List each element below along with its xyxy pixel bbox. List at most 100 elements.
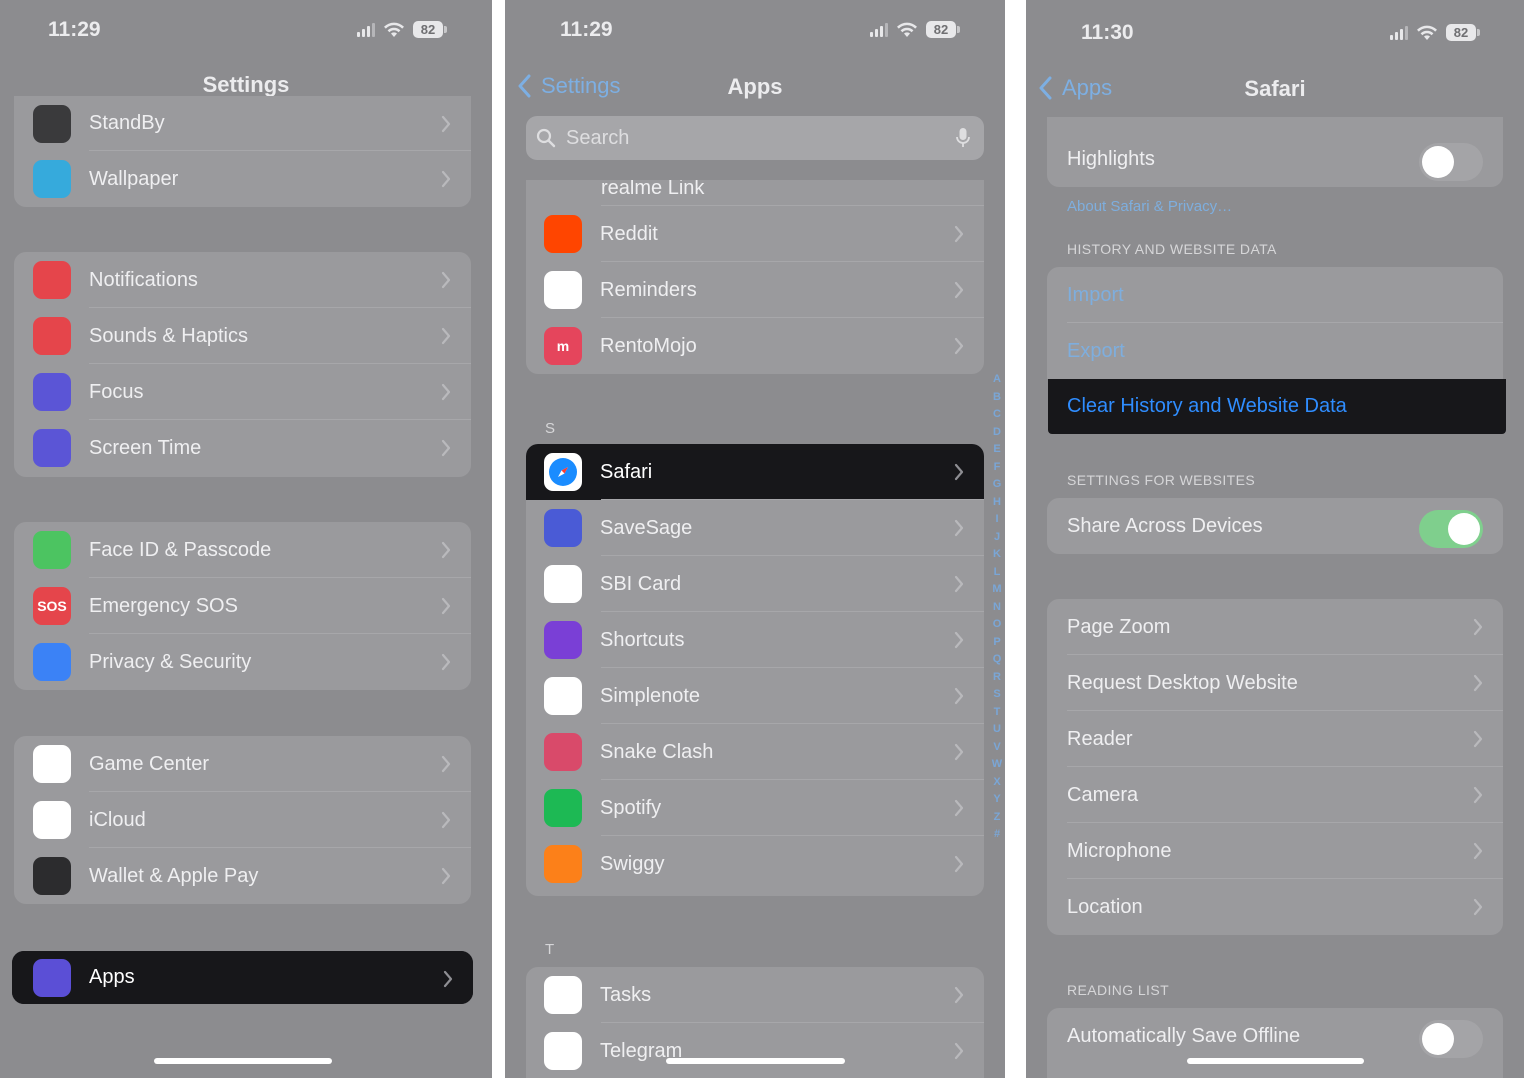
share-across-devices-toggle[interactable]	[1419, 510, 1483, 548]
index-letter[interactable]: N	[993, 599, 1001, 617]
index-letter[interactable]: O	[993, 616, 1002, 634]
highlights-toggle[interactable]	[1419, 143, 1483, 181]
clear-history-button[interactable]: Clear History and Website Data	[1048, 379, 1506, 434]
row-label: Apps	[89, 966, 135, 988]
settings-row-screen-time[interactable]: Screen Time	[14, 420, 471, 476]
row-label: StandBy	[89, 112, 165, 134]
app-row-reminders[interactable]: Reminders	[526, 262, 984, 318]
row-label: Wallpaper	[89, 167, 179, 190]
index-letter[interactable]: M	[992, 581, 1001, 599]
settings-screen: 11:29 82 Settings StandBy Wallpaper Notif…	[0, 0, 492, 1078]
app-row-snake-clash[interactable]: Snake Clash	[526, 724, 984, 780]
website-setting-row-reader[interactable]: Reader	[1047, 711, 1503, 767]
settings-row-icloud[interactable]: iCloud	[14, 792, 471, 848]
index-letter[interactable]: T	[994, 704, 1001, 722]
row-label: Swiggy	[600, 852, 665, 875]
auto-save-offline-toggle[interactable]	[1419, 1020, 1483, 1058]
about-safari-privacy-link[interactable]: About Safari & Privacy…	[1067, 198, 1232, 215]
share-across-devices-row: Share Across Devices	[1047, 498, 1503, 554]
index-letter[interactable]: C	[993, 406, 1001, 424]
app-row-telegram[interactable]: Telegram	[526, 1023, 984, 1078]
game-center-icon	[33, 745, 71, 783]
import-button[interactable]: Import	[1047, 267, 1503, 323]
website-setting-row-page-zoom[interactable]: Page Zoom	[1047, 599, 1503, 655]
settings-row-emergency-sos[interactable]: SOS Emergency SOS	[14, 578, 471, 634]
moon-icon	[33, 373, 71, 411]
index-letter[interactable]: J	[994, 529, 1000, 547]
settings-row-wallpaper[interactable]: Wallpaper	[14, 151, 471, 207]
index-letter[interactable]: W	[992, 756, 1002, 774]
app-row-spotify[interactable]: Spotify	[526, 780, 984, 836]
bell-icon	[33, 261, 71, 299]
index-letter[interactable]: Q	[993, 651, 1002, 669]
row-label: Face ID & Passcode	[89, 538, 272, 561]
row-label: SaveSage	[600, 516, 693, 539]
search-icon	[536, 128, 556, 148]
website-setting-row-location[interactable]: Location	[1047, 879, 1503, 935]
index-letter[interactable]: A	[993, 371, 1001, 389]
app-row-partial[interactable]: realme Link	[526, 180, 984, 206]
chevron-right-icon	[441, 867, 451, 885]
index-letter[interactable]: Y	[993, 791, 1000, 809]
index-letter[interactable]: B	[993, 389, 1001, 407]
settings-row-focus[interactable]: Focus	[14, 364, 471, 420]
wallpaper-flower-icon	[33, 160, 71, 198]
app-row-savesage[interactable]: SaveSage	[526, 500, 984, 556]
toggle-knob	[1422, 146, 1454, 178]
website-setting-row-camera[interactable]: Camera	[1047, 767, 1503, 823]
index-letter[interactable]: F	[994, 459, 1001, 477]
index-letter[interactable]: K	[993, 546, 1001, 564]
index-letter[interactable]: G	[993, 476, 1002, 494]
settings-row-wallet-apple-pay[interactable]: Wallet & Apple Pay	[14, 848, 471, 904]
index-letter[interactable]: R	[993, 669, 1001, 687]
index-letter[interactable]: V	[993, 739, 1000, 757]
row-label: SBI Card	[600, 572, 682, 595]
page-title: Settings	[202, 72, 290, 97]
index-letter[interactable]: #	[994, 826, 1000, 844]
index-letter[interactable]: Z	[994, 809, 1001, 827]
chevron-right-icon	[954, 743, 964, 761]
microphone-icon[interactable]	[956, 127, 970, 149]
toggle-knob	[1422, 1023, 1454, 1055]
row-label: Emergency SOS	[89, 594, 238, 617]
app-row-reddit[interactable]: Reddit	[526, 206, 984, 262]
settings-row-game-center[interactable]: Game Center	[14, 736, 471, 792]
website-setting-row-request-desktop-website[interactable]: Request Desktop Website	[1047, 655, 1503, 711]
website-setting-row-microphone[interactable]: Microphone	[1047, 823, 1503, 879]
app-row-sbi-card[interactable]: SBI Card	[526, 556, 984, 612]
reading-list-group: Automatically Save Offline	[1047, 1008, 1503, 1078]
settings-row-standby[interactable]: StandBy	[14, 96, 471, 151]
settings-row-privacy-security[interactable]: Privacy & Security	[14, 634, 471, 690]
row-label: Screen Time	[89, 436, 202, 459]
index-letter[interactable]: H	[993, 494, 1001, 512]
settings-row-sounds-haptics[interactable]: Sounds & Haptics	[14, 308, 471, 364]
index-letter[interactable]: X	[993, 774, 1000, 792]
app-row-safari[interactable]: Safari	[526, 444, 984, 500]
toggle-knob	[1448, 513, 1480, 545]
index-letter[interactable]: E	[993, 441, 1000, 459]
wifi-icon	[1416, 25, 1438, 41]
settings-row-apps[interactable]: Apps	[12, 951, 473, 1004]
index-letter[interactable]: U	[993, 721, 1001, 739]
app-row-shortcuts[interactable]: Shortcuts	[526, 612, 984, 668]
app-row-swiggy[interactable]: Swiggy	[526, 836, 984, 892]
search-input[interactable]: Search	[526, 116, 984, 160]
alphabet-index-scrubber[interactable]: A B C D E F G H I J K L M N O P Q R S T U V W X Y Z #	[989, 371, 1005, 844]
home-indicator	[666, 1058, 845, 1064]
app-row-tasks[interactable]: Tasks	[526, 967, 984, 1023]
app-row-simplenote[interactable]: Simplenote	[526, 668, 984, 724]
settings-row-notifications[interactable]: Notifications	[14, 252, 471, 308]
index-letter[interactable]: I	[995, 511, 998, 529]
settings-group-security: Face ID & Passcode SOS Emergency SOS Privac…	[14, 522, 471, 690]
settings-row-face-id-passcode[interactable]: Face ID & Passcode	[14, 522, 471, 578]
index-letter[interactable]: D	[993, 424, 1001, 442]
export-button[interactable]: Export	[1047, 323, 1503, 379]
index-letter[interactable]: L	[994, 564, 1001, 582]
index-letter[interactable]: P	[993, 634, 1000, 652]
chevron-right-icon	[441, 170, 451, 188]
row-label: Microphone	[1067, 839, 1172, 862]
index-letter[interactable]: S	[993, 686, 1000, 704]
savesage-icon	[544, 509, 582, 547]
app-row-rentomojo[interactable]: m RentoMojo	[526, 318, 984, 374]
sbi-card-icon	[544, 565, 582, 603]
